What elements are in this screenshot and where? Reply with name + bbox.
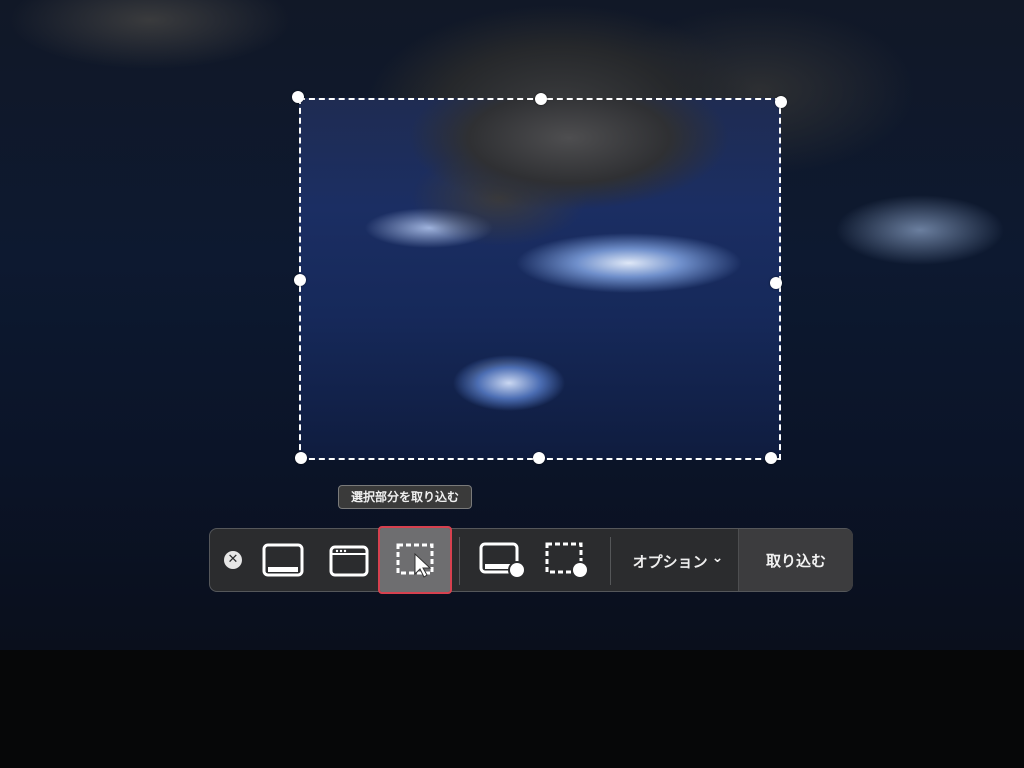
capture-entire-screen-icon bbox=[262, 543, 304, 577]
record-selection-icon bbox=[545, 542, 589, 579]
chevron-down-icon: ⌄ bbox=[711, 550, 724, 566]
capture-entire-screen-button[interactable] bbox=[254, 531, 312, 589]
capture-window-icon bbox=[329, 545, 369, 577]
selection-region[interactable] bbox=[299, 98, 781, 460]
selection-handle-top-right[interactable] bbox=[775, 96, 787, 108]
selection-handle-top-left[interactable] bbox=[292, 91, 304, 103]
options-label: オプション bbox=[632, 552, 708, 571]
selection-handle-middle-left[interactable] bbox=[294, 274, 306, 286]
record-selection-button[interactable] bbox=[538, 531, 596, 589]
screenshot-stage: 選択部分を取り込む ✕ オプション ⌄ 取り込む bbox=[0, 0, 1024, 768]
record-entire-screen-icon bbox=[479, 542, 526, 579]
selection-handle-bottom-right[interactable] bbox=[765, 452, 777, 464]
capture-label: 取り込む bbox=[765, 551, 826, 570]
capture-window-button[interactable] bbox=[320, 531, 378, 589]
toolbar-divider bbox=[459, 537, 460, 585]
close-icon: ✕ bbox=[227, 552, 239, 567]
toolbar-divider bbox=[610, 537, 611, 585]
screenshot-toolbar: ✕ オプション ⌄ 取り込む bbox=[209, 526, 853, 594]
capture-selection-button[interactable] bbox=[378, 526, 452, 594]
selection-handle-middle-right[interactable] bbox=[770, 277, 782, 289]
record-entire-screen-button[interactable] bbox=[474, 531, 532, 589]
selection-handle-bottom-center[interactable] bbox=[533, 452, 545, 464]
tooltip: 選択部分を取り込む bbox=[338, 485, 473, 509]
selection-handle-bottom-left[interactable] bbox=[295, 452, 307, 464]
capture-button[interactable]: 取り込む bbox=[738, 529, 853, 591]
capture-selection-icon bbox=[396, 543, 434, 578]
selection-handle-top-center[interactable] bbox=[535, 93, 547, 105]
options-menu-button[interactable]: オプション ⌄ bbox=[618, 543, 738, 579]
close-button[interactable]: ✕ bbox=[224, 551, 242, 569]
screen-bezel bbox=[0, 650, 1024, 768]
